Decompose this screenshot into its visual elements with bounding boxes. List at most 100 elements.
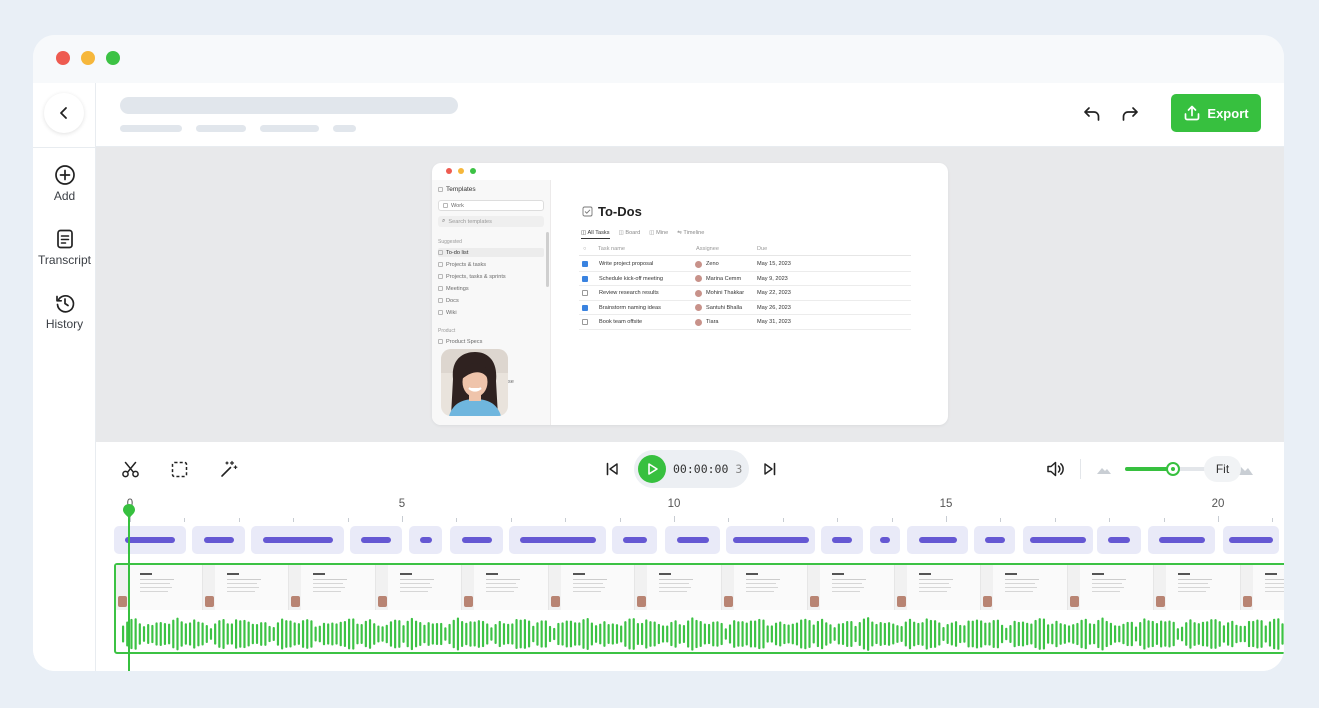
playhead-handle[interactable] xyxy=(122,503,136,519)
zoom-slider-thumb[interactable] xyxy=(1166,462,1181,476)
caption-chip[interactable] xyxy=(509,526,606,554)
video-track[interactable] xyxy=(114,563,1284,654)
caption-chip[interactable] xyxy=(114,526,186,554)
waveform-bar xyxy=(984,622,987,646)
waveform-bar xyxy=(1214,619,1217,649)
caption-chip[interactable] xyxy=(192,526,245,554)
select-tool-button[interactable] xyxy=(168,458,190,480)
video-frame-thumbnail xyxy=(289,565,376,610)
close-window-button[interactable] xyxy=(56,51,70,65)
caption-track[interactable] xyxy=(96,526,1284,556)
waveform-bar xyxy=(996,619,999,649)
caption-chip[interactable] xyxy=(1223,526,1279,554)
waveform-bar xyxy=(1013,620,1016,648)
caption-chip[interactable] xyxy=(450,526,503,554)
caption-chip[interactable] xyxy=(665,526,720,554)
waveform-bar xyxy=(561,622,564,646)
waveform-bar xyxy=(285,620,288,648)
video-preview[interactable]: Templates Work ⌕ Search templates Sugges… xyxy=(432,163,948,425)
sidebar-item-history[interactable]: History xyxy=(33,292,96,331)
ruler-tick xyxy=(946,516,947,522)
zoom-out-icon[interactable] xyxy=(1095,460,1113,478)
view-tab-all-tasks[interactable]: ◫ All Tasks xyxy=(581,230,610,239)
webcam-bubble[interactable] xyxy=(441,349,508,416)
caption-chip[interactable] xyxy=(907,526,968,554)
caption-chip[interactable] xyxy=(974,526,1015,554)
waveform-bar xyxy=(1273,618,1276,650)
caption-chip[interactable] xyxy=(726,526,815,554)
caption-chip[interactable] xyxy=(251,526,344,554)
magic-tool-button[interactable] xyxy=(217,458,239,480)
waveform-bar xyxy=(1097,619,1100,649)
zoom-window-button[interactable] xyxy=(106,51,120,65)
redo-button[interactable] xyxy=(1117,101,1143,127)
waveform-bar xyxy=(925,618,928,650)
view-tab-board[interactable]: ◫ Board xyxy=(619,230,641,239)
waveform-bar xyxy=(335,623,338,645)
caption-chip[interactable] xyxy=(409,526,442,554)
history-icon xyxy=(55,294,74,313)
minimize-window-button[interactable] xyxy=(81,51,95,65)
sidebar-item-transcript[interactable]: Transcript xyxy=(33,228,96,267)
playhead[interactable] xyxy=(128,512,130,671)
waveform-bar xyxy=(954,621,958,647)
table-row[interactable]: Book team offsite Tiara May 31, 2023 xyxy=(579,315,911,330)
waveform-bar xyxy=(728,624,732,644)
table-row[interactable]: Schedule kick-off meeting Marina Cemm May … xyxy=(579,272,911,286)
view-tab-mine[interactable]: ◫ Mine xyxy=(649,230,668,239)
ruler-label: 15 xyxy=(939,498,953,510)
skip-forward-button[interactable] xyxy=(759,458,781,480)
waveform-bar xyxy=(908,618,912,650)
waveform-bar xyxy=(343,621,347,647)
template-item: To-do list xyxy=(446,249,469,256)
waveform-bar xyxy=(260,622,263,646)
video-frames xyxy=(116,565,1284,610)
ruler-tick xyxy=(565,518,567,522)
sidebar-item-add[interactable]: Add xyxy=(33,164,96,203)
caption-chip[interactable] xyxy=(1097,526,1141,554)
timecode: 00:00:00 3 xyxy=(673,462,743,476)
caption-bar xyxy=(1158,537,1205,543)
undo-button[interactable] xyxy=(1079,101,1105,127)
export-button[interactable]: Export xyxy=(1171,94,1261,132)
waveform-bar xyxy=(423,624,426,644)
waveform-bar xyxy=(1093,623,1096,645)
back-button[interactable] xyxy=(44,93,84,133)
caption-chip[interactable] xyxy=(821,526,863,554)
waveform-bar xyxy=(1243,625,1246,643)
task-checkbox[interactable] xyxy=(582,261,588,267)
table-row[interactable]: Review research results Mohini Thakkar May… xyxy=(579,286,911,301)
waveform-bar xyxy=(724,628,727,640)
caption-chip[interactable] xyxy=(870,526,900,554)
caption-chip[interactable] xyxy=(612,526,657,554)
waveform-bar xyxy=(837,623,840,645)
task-checkbox[interactable] xyxy=(582,304,588,311)
volume-button[interactable] xyxy=(1043,457,1067,481)
task-checkbox[interactable] xyxy=(582,290,588,296)
waveform-bar xyxy=(603,621,606,647)
undo-icon xyxy=(1084,107,1100,121)
waveform-bar xyxy=(1227,622,1230,646)
waveform-bar xyxy=(707,623,711,645)
play-button[interactable] xyxy=(638,455,666,483)
caption-chip[interactable] xyxy=(1148,526,1215,554)
table-row[interactable]: Brainstorm naming ideas Santuhi Bhalla May… xyxy=(579,301,911,315)
playback-control: 00:00:00 3 xyxy=(634,450,749,488)
waveform-bar xyxy=(586,617,589,651)
caption-chip[interactable] xyxy=(350,526,402,554)
caption-chip[interactable] xyxy=(1023,526,1093,554)
caption-bar xyxy=(361,537,391,543)
fit-button[interactable]: Fit xyxy=(1204,456,1241,482)
waveform-bar xyxy=(134,618,137,650)
task-checkbox[interactable] xyxy=(582,319,588,325)
waveform-bar xyxy=(1264,625,1267,643)
waveform-bar xyxy=(222,618,225,650)
split-tool-button[interactable] xyxy=(119,458,141,480)
skip-back-button[interactable] xyxy=(601,458,623,480)
waveform-bar xyxy=(255,623,259,645)
task-checkbox[interactable] xyxy=(582,275,588,282)
view-tab-timeline[interactable]: ⇋ Timeline xyxy=(677,230,704,239)
scrollbar[interactable] xyxy=(546,232,549,287)
waveform-bar xyxy=(214,623,217,645)
table-row[interactable]: Write project proposal Zeno May 15, 2023 xyxy=(579,257,911,272)
